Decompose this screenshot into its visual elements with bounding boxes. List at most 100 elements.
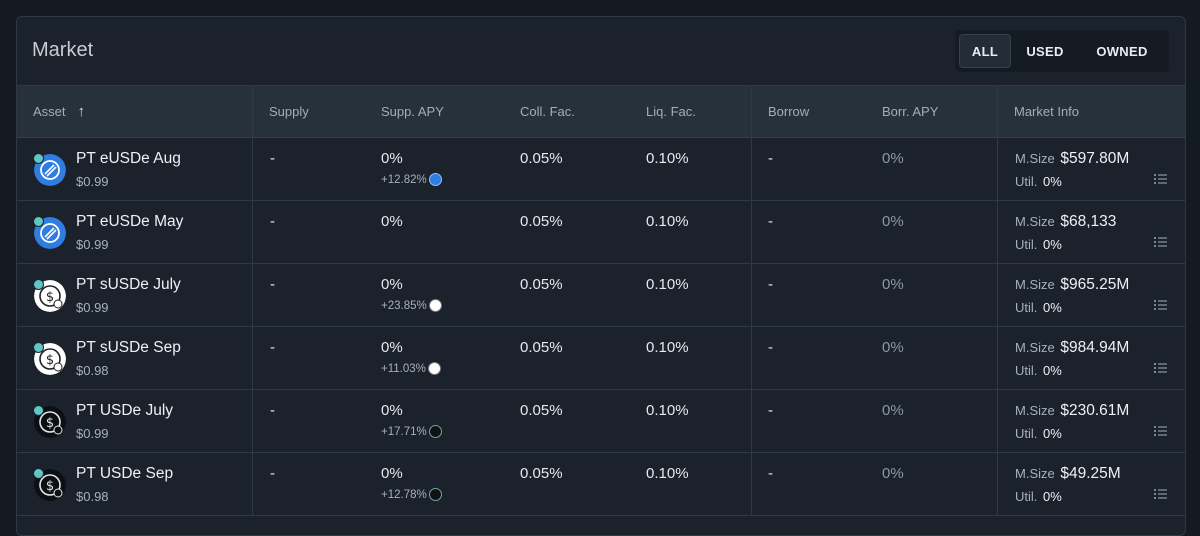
supp-apy-bonus-value: +12.82% [381,173,427,186]
market-size: M.Size $68,133 [1015,213,1116,231]
reward-token-icon [428,488,442,501]
liq-fac-value: 0.10% [646,213,689,230]
utilization-value: 0% [1043,489,1062,504]
table-header: Asset ↑ Supply Supp. APY Coll. Fac. Liq.… [17,86,1185,138]
utilization-label: Util. [1015,237,1038,252]
utilization: Util. 0% [1015,363,1062,378]
supp-apy-value: 0% [381,276,403,293]
details-list-icon[interactable] [1154,488,1167,500]
market-size-label: M.Size [1015,403,1055,418]
table-row[interactable]: $ PT sUSDe Sep $0.98 - 0% +11.03% 0.05% … [17,327,1185,390]
supp-apy-value: 0% [381,465,403,482]
supp-apy-bonus: +11.03% [381,362,441,375]
borrow-value: - [768,339,773,356]
table-row[interactable]: $ PT USDe Sep $0.98 - 0% +12.78% 0.05% 0… [17,453,1185,516]
filter-toggle-group: ALL USED OWNED [955,30,1169,72]
table-row[interactable]: $ PT USDe July $0.99 - 0% +17.71% 0.05% … [17,390,1185,453]
column-divider [252,327,253,389]
column-coll-fac-header[interactable]: Coll. Fac. [520,86,575,137]
market-size-label: M.Size [1015,277,1055,292]
asset-name[interactable]: PT sUSDe Sep [76,339,181,357]
details-list-icon[interactable] [1154,236,1167,248]
borr-apy-value: 0% [882,276,904,293]
details-list-icon[interactable] [1154,425,1167,437]
coll-fac-value: 0.05% [520,339,563,356]
column-divider [751,453,752,515]
supply-value: - [270,276,275,293]
asset-price: $0.99 [76,237,109,252]
column-market-info-header[interactable]: Market Info [1014,86,1079,137]
filter-used-button[interactable]: USED [1011,34,1079,68]
column-asset-label: Asset [33,104,66,119]
supp-apy-bonus-value: +17.71% [381,425,427,438]
borr-apy-value: 0% [882,465,904,482]
market-size-value: $68,133 [1060,213,1117,230]
liq-fac-value: 0.10% [646,465,689,482]
svg-text:$: $ [46,416,54,431]
sort-ascending-icon[interactable]: ↑ [78,103,86,120]
asset-price: $0.99 [76,174,109,189]
market-size-value: $965.25M [1060,276,1130,293]
utilization-value: 0% [1043,300,1062,315]
details-list-icon[interactable] [1154,362,1167,374]
column-divider [252,390,253,452]
market-size-label: M.Size [1015,466,1055,481]
table-row[interactable]: $ PT sUSDe July $0.99 - 0% +23.85% 0.05%… [17,264,1185,327]
column-liq-fac-header[interactable]: Liq. Fac. [646,86,696,137]
asset-name[interactable]: PT eUSDe Aug [76,150,181,168]
details-list-icon[interactable] [1154,173,1167,185]
borr-apy-value: 0% [882,150,904,167]
column-supp-apy-header[interactable]: Supp. APY [381,86,444,137]
column-divider [997,453,998,515]
asset-name[interactable]: PT sUSDe July [76,276,181,294]
asset-name[interactable]: PT eUSDe May [76,213,183,231]
supp-apy-value: 0% [381,402,403,419]
filter-owned-button[interactable]: OWNED [1079,34,1165,68]
reward-token-icon [428,425,442,438]
market-size: M.Size $965.25M [1015,276,1129,294]
supp-apy-bonus-value: +23.85% [381,299,427,312]
svg-text:$: $ [46,290,54,305]
supply-value: - [270,213,275,230]
asset-name[interactable]: PT USDe July [76,402,173,420]
pendle-badge-icon [33,153,44,164]
svg-text:$: $ [46,353,54,368]
column-divider [751,138,752,200]
filter-all-button[interactable]: ALL [959,34,1011,68]
column-divider [997,264,998,326]
pendle-badge-icon [33,405,44,416]
svg-text:$: $ [46,479,54,494]
borrow-value: - [768,213,773,230]
pendle-badge-icon [33,468,44,479]
column-borrow-header[interactable]: Borrow [768,86,809,137]
supp-apy-value: 0% [381,339,403,356]
asset-name[interactable]: PT USDe Sep [76,465,173,483]
liq-fac-value: 0.10% [646,402,689,419]
borr-apy-value: 0% [882,402,904,419]
column-divider [751,201,752,263]
table-row[interactable]: PT eUSDe May $0.99 - 0% 0.05% 0.10% - 0%… [17,201,1185,264]
asset-price: $0.99 [76,426,109,441]
details-list-icon[interactable] [1154,299,1167,311]
supp-apy-value: 0% [381,213,403,230]
column-divider [997,138,998,200]
utilization-value: 0% [1043,237,1062,252]
market-size: M.Size $49.25M [1015,465,1121,483]
column-divider [997,201,998,263]
market-size-value: $49.25M [1060,465,1121,482]
market-size-label: M.Size [1015,151,1055,166]
asset-price: $0.99 [76,300,109,315]
column-supply-header[interactable]: Supply [269,86,309,137]
column-divider [751,86,752,137]
page-title: Market [32,39,94,61]
liq-fac-value: 0.10% [646,150,689,167]
column-asset-header[interactable]: Asset ↑ [33,86,85,137]
reward-token-icon [427,362,441,375]
table-row[interactable]: PT eUSDe Aug $0.99 - 0% +12.82% 0.05% 0.… [17,138,1185,201]
utilization: Util. 0% [1015,237,1062,252]
reward-token-icon [428,173,442,186]
utilization-label: Util. [1015,174,1038,189]
column-borr-apy-header[interactable]: Borr. APY [882,86,938,137]
column-divider [997,390,998,452]
column-divider [751,327,752,389]
